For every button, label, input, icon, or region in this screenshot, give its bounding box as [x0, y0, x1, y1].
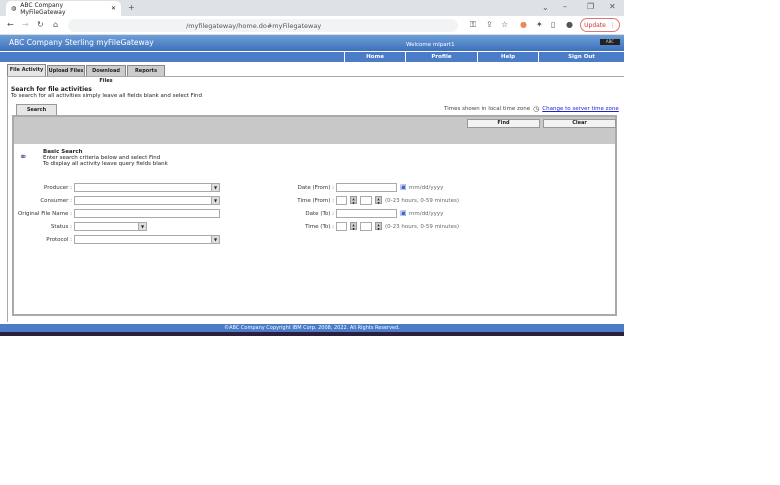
forward-icon[interactable]: →	[22, 20, 29, 29]
find-button[interactable]: Find	[467, 119, 540, 128]
date-from-label: Date (From) :	[297, 185, 334, 191]
back-icon[interactable]: ←	[7, 20, 14, 29]
browser-tab[interactable]: ◍ ABC Company MyFileGateway ✕	[6, 1, 121, 16]
nav-home[interactable]: Home	[344, 52, 405, 62]
hour-spinner[interactable]: ▲ ▼	[350, 196, 357, 205]
chevron-down-icon: ▼	[138, 223, 146, 230]
time-from-label: Time (From) :	[297, 198, 334, 204]
home-icon[interactable]: ⌂	[53, 20, 58, 29]
app-title: ABC Company Sterling myFileGateway	[9, 38, 154, 47]
time-to-hour[interactable]	[336, 222, 347, 231]
consumer-select[interactable]: ▼	[74, 196, 220, 205]
action-bar: Find Clear	[14, 117, 616, 144]
globe-icon: ◍	[11, 5, 17, 12]
copyright-text: ©ABC Company Copyright IBM Corp. 2008, 2…	[224, 325, 400, 331]
nav-sign-out[interactable]: Sign Out	[538, 52, 624, 62]
puzzle-icon[interactable]: ✦	[536, 20, 543, 29]
clear-button[interactable]: Clear	[543, 119, 616, 128]
welcome-text: Welcome mlpart1	[406, 42, 455, 48]
chevron-down-icon: ▼	[211, 236, 219, 243]
extension-icon[interactable]: ●	[520, 20, 527, 29]
nav-help[interactable]: Help	[477, 52, 538, 62]
nav-profile[interactable]: Profile	[405, 52, 477, 62]
menu-icon: ⋮	[609, 21, 616, 29]
date-to-hint: mm/dd/yyyy	[409, 211, 444, 217]
search-criteria-panel: Find Clear ⚭ Basic Search Enter search c…	[12, 115, 617, 316]
hour-spinner[interactable]: ▲ ▼	[350, 222, 357, 231]
reload-icon[interactable]: ↻	[37, 20, 44, 29]
browser-tab-bar: ◍ ABC Company MyFileGateway ✕ + ⌄ – ❐ ✕	[0, 0, 624, 16]
share-icon[interactable]: ⇪	[486, 20, 493, 29]
date-to-input[interactable]	[336, 209, 397, 218]
tab-title: ABC Company MyFileGateway	[20, 1, 66, 16]
producer-label: Producer :	[44, 185, 72, 191]
filename-input[interactable]	[74, 209, 220, 218]
date-from-hint: mm/dd/yyyy	[409, 185, 444, 191]
protocol-label: Protocol :	[46, 237, 72, 243]
calendar-icon[interactable]: ▣	[400, 209, 407, 217]
new-tab-icon[interactable]: +	[128, 3, 135, 12]
minute-spinner[interactable]: ▲ ▼	[375, 196, 382, 205]
chevron-down-icon: ▼	[211, 184, 219, 191]
timezone-text: Times shown in local time zone	[444, 106, 531, 112]
update-label: Update	[584, 21, 606, 29]
producer-select[interactable]: ▼	[74, 183, 220, 192]
basic-search-line2: To display all activity leave query fiel…	[43, 161, 168, 167]
app-header: ABC Company Sterling myFileGateway Welco…	[0, 35, 624, 51]
date-from-input[interactable]	[336, 183, 397, 192]
tab-file-activity[interactable]: File Activity	[7, 64, 46, 76]
chevron-down-icon[interactable]: ⌄	[542, 3, 549, 12]
restore-icon[interactable]: ❐	[587, 2, 594, 11]
company-logo: ABC	[600, 39, 620, 45]
change-timezone-link[interactable]: Change to server time zone	[542, 106, 619, 112]
time-to-hint: (0-23 hours, 0-59 minutes)	[385, 224, 459, 230]
calendar-icon[interactable]: ▣	[400, 183, 407, 191]
minimize-icon[interactable]: –	[563, 2, 567, 11]
profile-icon[interactable]: ●	[566, 20, 573, 29]
tab-download-files[interactable]: Download Files	[86, 65, 126, 84]
filename-label: Original File Name :	[17, 211, 72, 217]
tab-upload-files[interactable]: Upload Files	[47, 65, 85, 76]
tab-search-criteria[interactable]: Search Criteria	[16, 104, 57, 124]
update-button[interactable]: Update ⋮	[580, 18, 620, 32]
consumer-label: Consumer :	[40, 198, 72, 204]
footer: ©ABC Company Copyright IBM Corp. 2008, 2…	[0, 324, 624, 332]
chevron-down-icon: ▼	[211, 197, 219, 204]
time-to-minute[interactable]	[360, 222, 372, 231]
sidebar-icon[interactable]: ▯	[551, 20, 555, 29]
tab-reports[interactable]: Reports	[127, 65, 165, 76]
url-input[interactable]: /myfilegateway/home.do#myFilegateway	[68, 19, 458, 32]
time-from-hour[interactable]	[336, 196, 347, 205]
star-icon[interactable]: ☆	[501, 20, 508, 29]
binoculars-icon: ⚭	[19, 152, 28, 163]
minute-spinner[interactable]: ▲ ▼	[375, 222, 382, 231]
close-window-icon[interactable]: ✕	[609, 2, 616, 11]
clock-icon: ◷	[533, 105, 540, 113]
main-nav: Home Profile Help Sign Out	[0, 51, 624, 62]
time-from-hint: (0-23 hours, 0-59 minutes)	[385, 198, 459, 204]
taskbar	[0, 332, 624, 336]
time-from-minute[interactable]	[360, 196, 372, 205]
status-label: Status :	[50, 224, 72, 230]
status-select[interactable]: ▼	[74, 222, 147, 231]
key-icon[interactable]: ⚿	[470, 20, 476, 30]
close-tab-icon[interactable]: ✕	[111, 5, 116, 12]
time-to-label: Time (To) :	[305, 224, 334, 230]
search-subtitle: To search for all activities simply leav…	[11, 93, 202, 99]
date-to-label: Date (To) :	[305, 211, 334, 217]
protocol-select[interactable]: ▼	[74, 235, 220, 244]
search-title: Search for file activities	[11, 86, 92, 93]
